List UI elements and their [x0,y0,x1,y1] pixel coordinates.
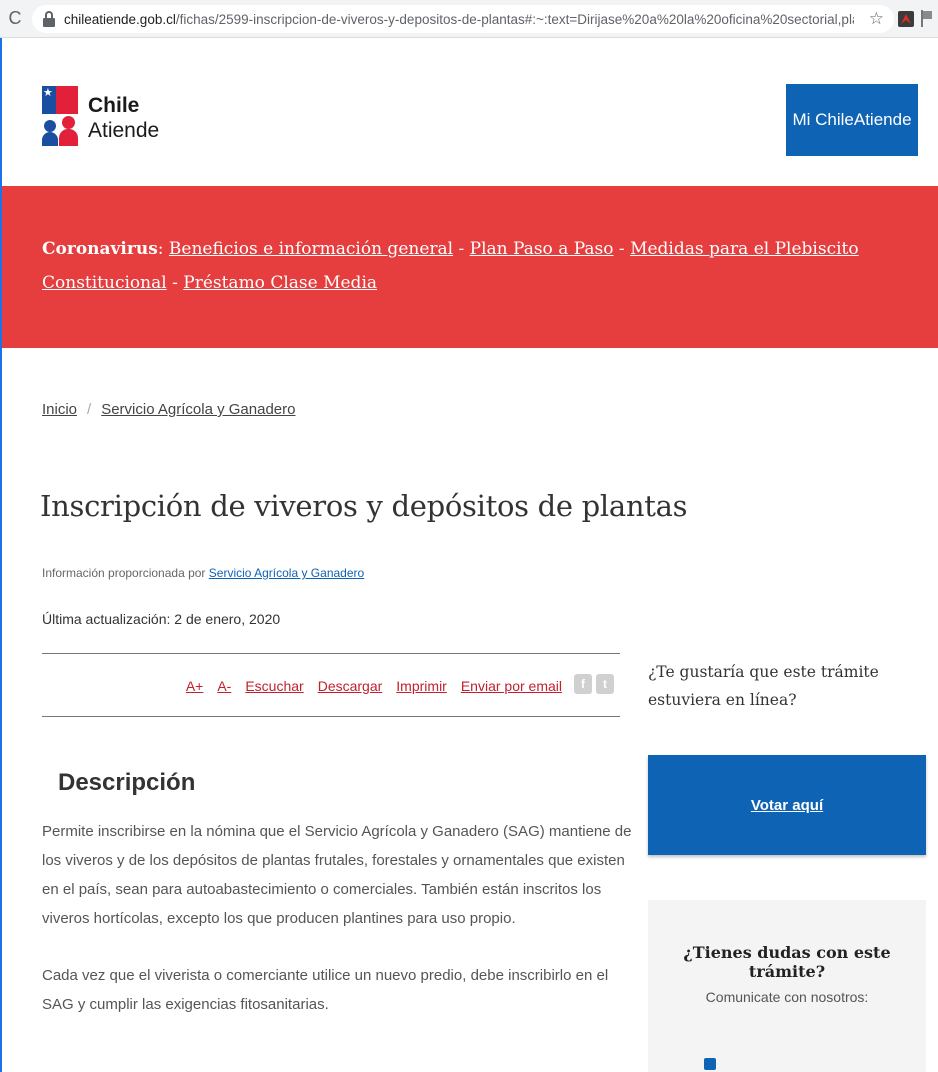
facebook-icon[interactable]: f [574,674,592,694]
page-title: Inscripción de viveros y depósitos de pl… [40,489,688,523]
breadcrumb-servicio[interactable]: Servicio Agrícola y Ganadero [101,401,295,418]
browser-toolbar: C chileatiende.gob.cl/fichas/2599-inscri… [0,0,938,38]
url-text[interactable]: chileatiende.gob.cl/fichas/2599-inscripc… [64,12,854,27]
mi-chileatiende-button[interactable]: Mi ChileAtiende [786,84,918,156]
alert-link-prestamo[interactable]: Préstamo Clase Media [183,273,377,293]
help-box: ¿Tienes dudas con este trámite? Comunica… [648,900,926,1072]
alert-link-beneficios[interactable]: Beneficios e información general [169,239,453,259]
breadcrumb-inicio[interactable]: Inicio [42,401,77,418]
address-bar[interactable]: chileatiende.gob.cl/fichas/2599-inscripc… [32,5,894,33]
site-header: ★ Chile Atiende Mi ChileAtiende [2,38,938,186]
description-paragraph-1: Permite inscribirse en la nómina que el … [42,823,632,927]
email-link[interactable]: Enviar por email [461,678,562,694]
alert-label: Coronavirus [42,239,158,259]
font-increase-link[interactable]: A+ [186,678,204,694]
pdf-extension-icon[interactable] [898,11,914,27]
vote-button[interactable]: Votar aquí [648,755,926,855]
vote-button-label[interactable]: Votar aquí [751,797,823,814]
provider-link[interactable]: Servicio Agrícola y Ganadero [209,566,364,580]
page-tools-bar: A+ A- Escuchar Descargar Imprimir Enviar… [42,653,620,717]
last-updated: Última actualización: 2 de enero, 2020 [42,611,281,627]
help-title: ¿Tienes dudas con este trámite? [683,943,891,981]
chileatiende-logo[interactable]: ★ Chile Atiende [42,86,172,146]
provider-info: Información proporcionada por Servicio A… [42,566,365,580]
alert-link-plan-paso-a-paso[interactable]: Plan Paso a Paso [470,239,614,259]
download-link[interactable]: Descargar [318,678,383,694]
logo-text-chile: Chile [88,94,140,117]
flag-extension-icon[interactable] [921,10,933,27]
twitter-icon[interactable]: t [596,674,614,694]
print-link[interactable]: Imprimir [396,678,447,694]
lock-icon [42,11,56,27]
logo-mark-icon: ★ [42,86,78,146]
reload-icon[interactable]: C [0,8,30,29]
font-decrease-link[interactable]: A- [217,678,231,694]
help-subtitle: Comunicate con nosotros: [705,989,869,1005]
contact-icon [704,1058,716,1070]
coronavirus-alert-banner: Coronavirus: Beneficios e información ge… [2,186,938,348]
online-question: ¿Te gustaría que este trámite estuviera … [648,663,879,709]
logo-text-atiende: Atiende [88,119,160,142]
breadcrumb: Inicio / Servicio Agrícola y Ganadero [42,401,296,418]
web-page: ★ Chile Atiende Mi ChileAtiende Coronavi… [0,38,938,1072]
description-paragraph-2: Cada vez que el viverista o comerciante … [42,967,609,1013]
bookmark-star-icon[interactable]: ☆ [869,9,884,29]
listen-link[interactable]: Escuchar [245,678,303,694]
description-heading: Descripción [58,769,196,796]
